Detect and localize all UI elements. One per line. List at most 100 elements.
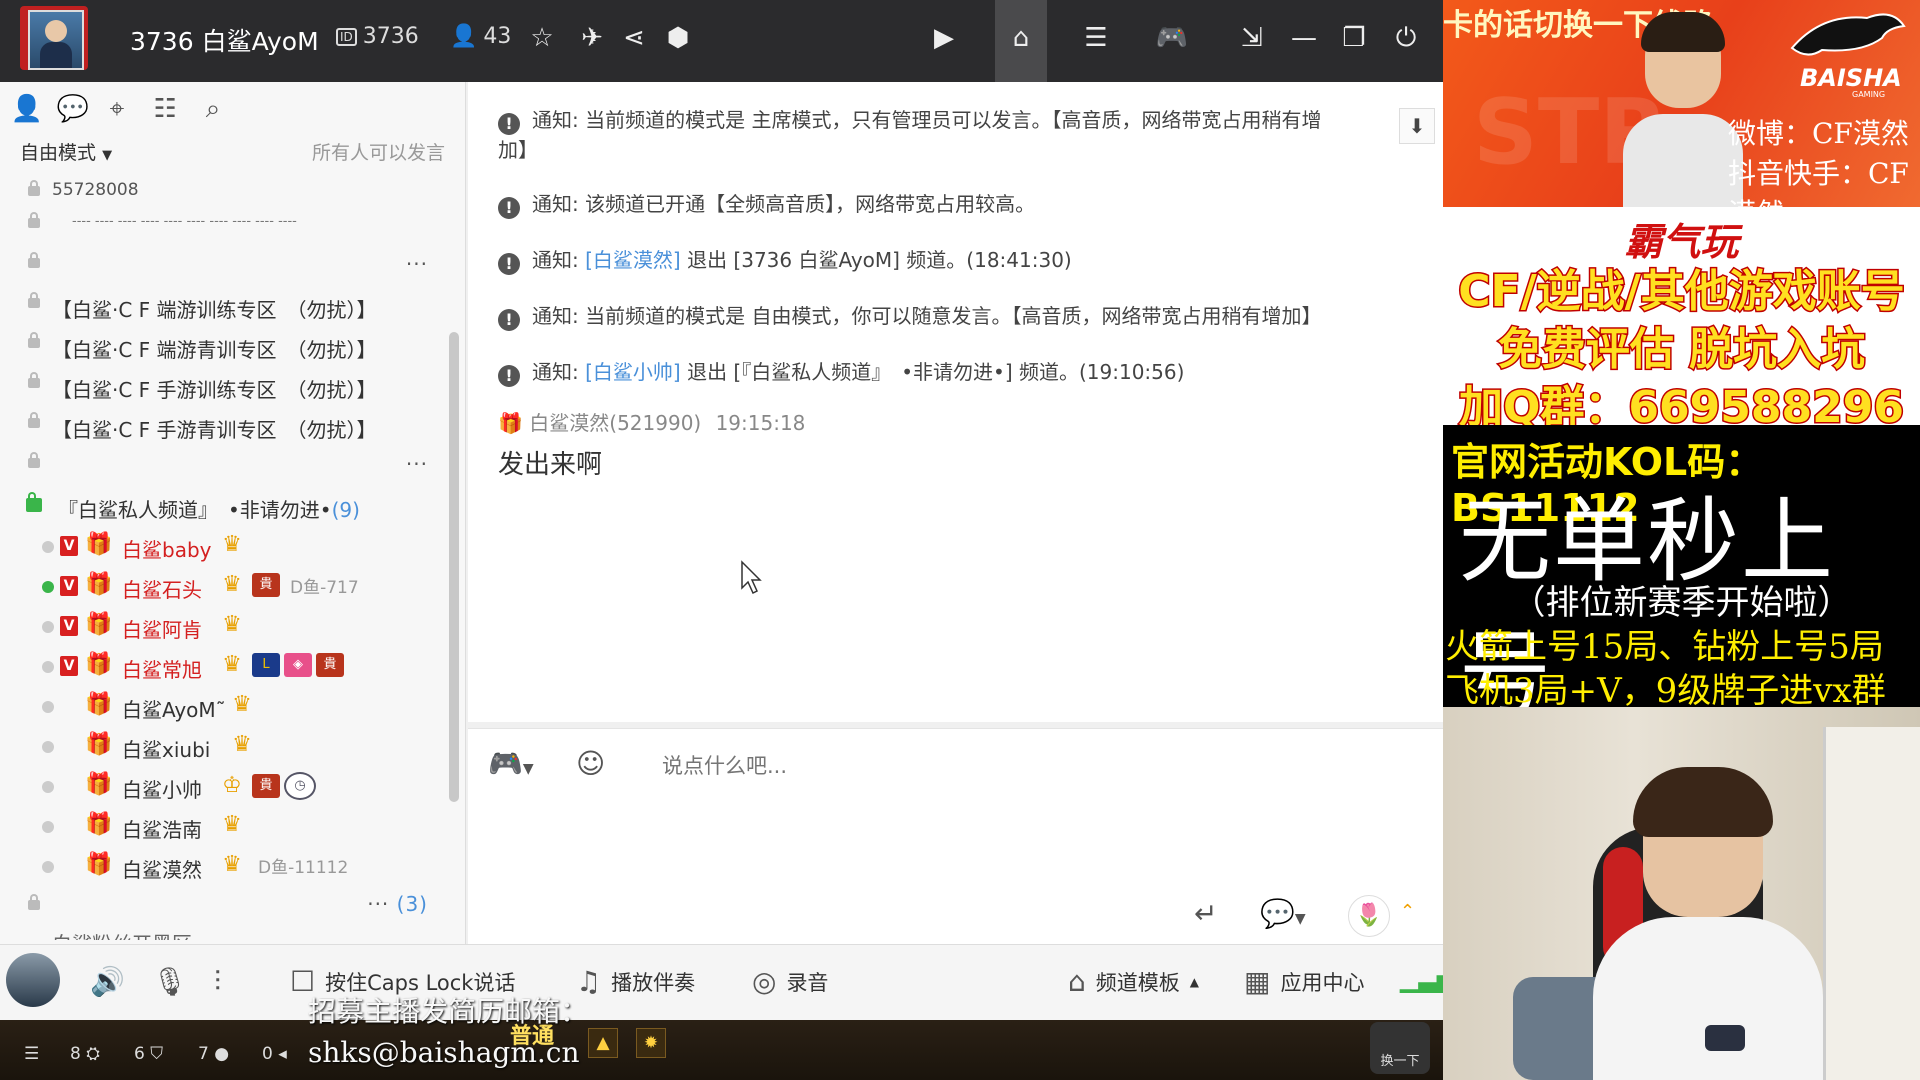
league-badge-icon: L: [252, 653, 280, 677]
tree-row[interactable]: 【白鲨·C F 手游青训专区 （勿扰）】: [0, 406, 448, 446]
more-icon[interactable]: ···: [367, 892, 389, 916]
crown-icon: ♛: [222, 572, 242, 597]
stat-count: 8 ⛭: [70, 1044, 100, 1064]
settings-gear-icon[interactable]: ✹: [636, 1028, 666, 1058]
user-row[interactable]: 🎁 白鲨浩南 ♛: [0, 806, 448, 846]
board-icon[interactable]: ☷: [148, 92, 182, 126]
tree-row[interactable]: 55728008: [0, 178, 448, 206]
video-icon[interactable]: ▶: [924, 18, 964, 58]
hire-overlay-line2: shks@baishagm.cn: [308, 1036, 580, 1069]
gem-badge-icon: ◈: [284, 653, 312, 677]
chevron-up-icon[interactable]: ⌃: [1400, 901, 1415, 922]
user-row[interactable]: V 🎁 白鲨baby ♛: [0, 526, 448, 566]
promo-line: 飞机3局+V，9级牌子进vx群: [1445, 671, 1886, 711]
user-name: 白鲨常旭: [122, 658, 202, 682]
channel-avatar[interactable]: [20, 6, 88, 70]
info-icon: !: [498, 309, 520, 331]
record-button[interactable]: ◎ 录音: [752, 965, 828, 998]
tree-row[interactable]: ···: [0, 446, 448, 486]
tree-row[interactable]: 【白鲨·C F 端游青训专区 （勿扰）】: [0, 326, 448, 366]
private-channel-row[interactable]: 『白鲨私人频道』 •非请勿进•(9): [0, 486, 448, 526]
search-icon[interactable]: ⌕: [196, 92, 230, 126]
lock-icon: [28, 452, 40, 468]
share-icon[interactable]: ⋖: [614, 18, 654, 58]
user-link[interactable]: [白鲨小帅]: [585, 360, 681, 384]
grid-icon: ▦: [1244, 965, 1271, 998]
tree-row[interactable]: 【白鲨·C F 手游训练专区 （勿扰）】: [0, 366, 448, 406]
mode-dropdown[interactable]: 自由模式 ▼: [20, 138, 112, 165]
star-icon[interactable]: ☆: [522, 18, 562, 58]
power-icon[interactable]: ⏻: [1386, 18, 1426, 58]
channel-id-badge: ID 3736: [336, 24, 419, 49]
app-center-button[interactable]: ▦ 应用中心: [1244, 965, 1364, 998]
channel-template-button[interactable]: ⌂ 频道模板 ▲: [1068, 965, 1199, 998]
user-row[interactable]: 🎁 白鲨小帅 ♔ 貴 ◷: [0, 766, 448, 806]
tree-row[interactable]: 白鲨粉丝开黑区: [0, 920, 448, 940]
minimize-to-tray-icon[interactable]: ⇲: [1232, 18, 1272, 58]
mixer-icon: ⫶: [214, 965, 222, 998]
user-row[interactable]: 🎁 白鲨漠然 ♛ D鱼-11112: [0, 846, 448, 886]
chat-bubble-icon[interactable]: 💬: [56, 92, 90, 126]
notice-text: 退出 [3736 白鲨AyoM] 频道。(18:41:30): [680, 248, 1072, 272]
tree-scrollbar[interactable]: [449, 332, 459, 802]
chat-input[interactable]: [660, 753, 1304, 779]
scroll-to-bottom-button[interactable]: ⬇: [1399, 108, 1435, 144]
plane-icon[interactable]: ✈: [572, 18, 612, 58]
yy-app-window: 3736 白鲨AyoM ID 3736 👤 43 ☆ ✈ ⋖ ⬢ ▶ ⌂ ☰ 🎮…: [0, 0, 1443, 1080]
accompany-button[interactable]: ♫ 播放伴奏: [576, 965, 695, 998]
mic-button[interactable]: 🎙: [152, 965, 188, 998]
user-badges: ♛: [226, 692, 258, 718]
status-dot: [42, 701, 54, 713]
user-link[interactable]: [白鲨漠然]: [585, 248, 681, 272]
speaker-button[interactable]: 🔊: [90, 965, 125, 998]
tree-row[interactable]: 【白鲨·C F 端游训练专区 （勿扰）】: [0, 286, 448, 326]
tree-row[interactable]: ---- ---- ---- ---- ---- ---- ---- ---- …: [0, 206, 448, 246]
home-icon[interactable]: ⌂: [1001, 18, 1041, 58]
gamepad-icon[interactable]: 🎮: [1152, 18, 1192, 58]
user-badges: ♛: [216, 532, 248, 558]
restore-icon[interactable]: ❐: [1334, 18, 1374, 58]
user-row[interactable]: 🎁 白鲨AyoM˜ ♛: [0, 686, 448, 726]
gift-icon: 🎁: [85, 532, 113, 557]
tree-row-label: 【白鲨·C F 手游青训专区 （勿扰）】: [52, 418, 377, 442]
alert-icon[interactable]: ⬢: [658, 18, 698, 58]
user-name: 白鲨xiubi: [122, 738, 211, 762]
location-icon[interactable]: ⌖: [100, 92, 134, 126]
game-emoji-icon[interactable]: 🎮▼: [488, 747, 534, 780]
flower-icon[interactable]: 🌷: [1348, 895, 1390, 937]
minimize-icon[interactable]: —: [1284, 18, 1324, 58]
menu-icon[interactable]: ☰: [24, 1044, 39, 1064]
tree-row[interactable]: ··· (3): [0, 886, 448, 920]
user-row[interactable]: V 🎁 白鲨阿肯 ♛: [0, 606, 448, 646]
mixer-button[interactable]: ⫶: [214, 965, 221, 999]
switch-button[interactable]: 换一下: [1370, 1022, 1430, 1074]
notice-line: ! 通知: [白鲨小帅] 退出 [『白鲨私人频道』 •非请勿进•] 频道。(19:…: [498, 356, 1184, 387]
user-row[interactable]: V 🎁 白鲨常旭 ♛ L ◈ 貴: [0, 646, 448, 686]
enter-icon[interactable]: ↵: [1194, 897, 1217, 930]
stat-count-value: 8: [70, 1044, 81, 1064]
emoji-text-icon[interactable]: ☺: [576, 747, 605, 780]
vip-badge: V: [60, 616, 78, 636]
list-icon[interactable]: ☰: [1076, 18, 1116, 58]
user-row[interactable]: V 🎁 白鲨石头 ♛ 貴 D鱼-717: [0, 566, 448, 606]
message-sender[interactable]: 白鲨漠然(521990): [529, 411, 701, 435]
lock-icon: [28, 292, 40, 308]
person-icon[interactable]: 👤: [10, 92, 44, 126]
user-row[interactable]: 🎁 白鲨xiubi ♛: [0, 726, 448, 766]
tree-row[interactable]: ···: [0, 246, 448, 286]
shelf: [1823, 727, 1920, 1080]
notice-line: ! 通知: 该频道已开通【全频高音质】，网络带宽占用较高。: [498, 188, 1035, 219]
user-name: 白鲨石头: [122, 578, 202, 602]
accompany-label: 播放伴奏: [611, 970, 696, 995]
template-icon: ⌂: [1068, 965, 1086, 998]
more-icon[interactable]: ···: [406, 252, 428, 276]
promo-panel: 官网活动KOL码：BS11112 无单秒上号 （排位新赛季开始啦） 火箭上号15…: [1443, 425, 1920, 728]
info-icon: !: [498, 365, 520, 387]
warning-icon[interactable]: ▲: [588, 1028, 618, 1058]
notice-line: ! 通知: [白鲨漠然] 退出 [3736 白鲨AyoM] 频道。(18:41:3…: [498, 244, 1072, 275]
vip-badge: V: [60, 536, 78, 556]
my-avatar[interactable]: [6, 953, 60, 1007]
bottom-toolbar: 🔊 🎙 ⫶ ☐ 按住Caps Lock说话 ♫ 播放伴奏 ◎ 录音 ⌂ 频道模板 ▲ ▦ 应…: [0, 944, 1443, 1021]
more-icon[interactable]: ···: [406, 452, 428, 476]
chat-style-icon[interactable]: 💬▼: [1260, 897, 1306, 930]
